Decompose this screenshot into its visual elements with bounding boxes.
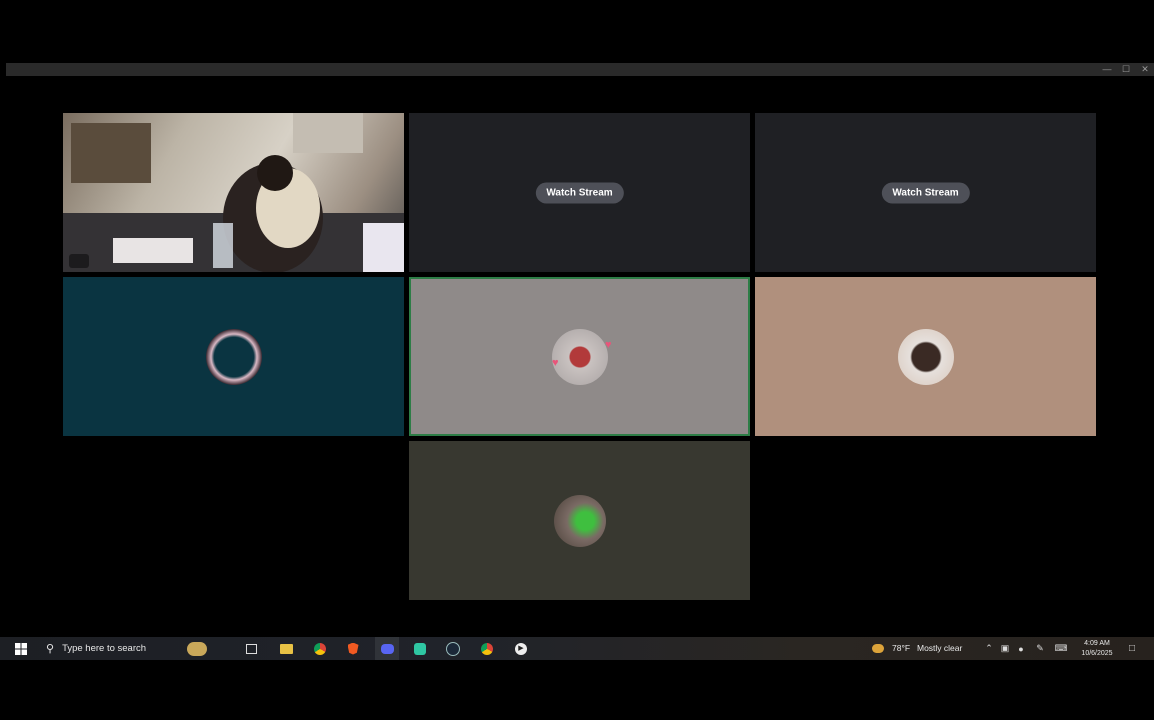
taskbar: ⚲ Type here to search ▶ 78°F Mostly clea… bbox=[0, 637, 1154, 660]
network-icon[interactable]: ▣ bbox=[998, 637, 1012, 660]
video-tile-camera[interactable] bbox=[63, 113, 404, 272]
taskbar-clock[interactable]: 4:09 AM 10/6/2025 bbox=[1068, 639, 1126, 659]
weather-condition[interactable]: Mostly clear bbox=[917, 637, 962, 660]
weather-icon bbox=[868, 637, 888, 660]
taskbar-search-input[interactable]: ⚲ Type here to search bbox=[40, 637, 180, 660]
notification-icon[interactable]: □ bbox=[1124, 637, 1140, 660]
chevron-up-icon[interactable]: ⌃ bbox=[982, 637, 996, 660]
stream-preview-icon bbox=[69, 254, 89, 268]
widgets-icon[interactable] bbox=[184, 637, 210, 660]
windows-start-icon[interactable] bbox=[10, 637, 32, 660]
avatar bbox=[205, 328, 262, 385]
heart-icon: ♥ bbox=[605, 339, 612, 351]
watch-stream-button[interactable]: Watch Stream bbox=[881, 182, 970, 203]
clock-date: 10/6/2025 bbox=[1081, 650, 1113, 657]
steam-icon[interactable] bbox=[442, 637, 464, 660]
participant-tile-1[interactable] bbox=[63, 277, 404, 436]
clock-time: 4:09 AM bbox=[1084, 640, 1110, 647]
minimize-icon[interactable]: — bbox=[1098, 63, 1116, 76]
window-titlebar bbox=[6, 63, 1154, 76]
brave-icon[interactable] bbox=[342, 637, 364, 660]
microphone-icon[interactable]: ● bbox=[1014, 637, 1028, 660]
participant-tile-4[interactable] bbox=[409, 441, 750, 600]
close-icon[interactable]: ✕ bbox=[1136, 63, 1154, 76]
discord-icon[interactable] bbox=[375, 637, 399, 660]
pen-icon[interactable]: ✎ bbox=[1032, 637, 1048, 660]
heart-icon: ♥ bbox=[552, 357, 559, 369]
watch-stream-button[interactable]: Watch Stream bbox=[535, 182, 624, 203]
search-placeholder: Type here to search bbox=[62, 643, 147, 654]
chrome-icon[interactable] bbox=[309, 637, 331, 660]
stream-tile-2[interactable]: Watch Stream bbox=[755, 113, 1096, 272]
maximize-icon[interactable]: ☐ bbox=[1117, 63, 1135, 76]
avatar bbox=[553, 494, 606, 547]
camera-feed-image bbox=[63, 113, 404, 272]
search-icon: ⚲ bbox=[46, 643, 55, 655]
weather-temperature[interactable]: 78°F bbox=[892, 637, 910, 660]
task-view-icon[interactable] bbox=[240, 637, 262, 660]
chrome-icon[interactable] bbox=[476, 637, 498, 660]
avatar bbox=[551, 328, 608, 385]
participant-tile-3[interactable] bbox=[755, 277, 1096, 436]
participant-tile-2[interactable]: ♥ ♥ bbox=[409, 277, 750, 436]
stream-tile-1[interactable]: Watch Stream bbox=[409, 113, 750, 272]
media-player-icon[interactable]: ▶ bbox=[510, 637, 532, 660]
file-explorer-icon[interactable] bbox=[275, 637, 297, 660]
app-icon[interactable] bbox=[409, 637, 431, 660]
avatar bbox=[897, 328, 954, 385]
